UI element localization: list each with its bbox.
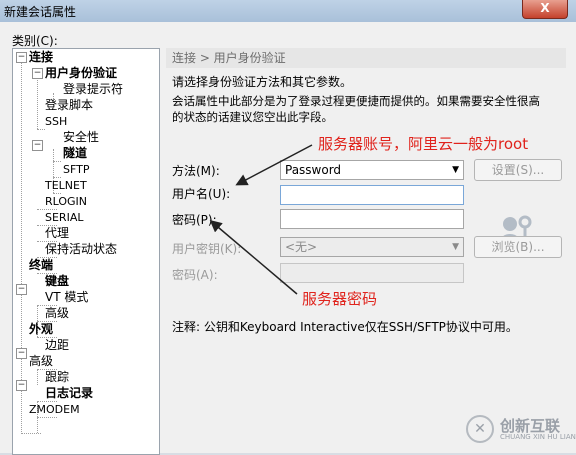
title-bar: 新建会话属性 X (0, 0, 576, 22)
close-button[interactable]: X (522, 0, 568, 19)
watermark-subtitle: CHUANG XIN HU LIAN (500, 433, 576, 441)
arrow-to-password (209, 220, 298, 295)
watermark-logo: ✕ 创新互联 CHUANG XIN HU LIAN (466, 415, 576, 443)
watermark-icon: ✕ (466, 415, 494, 443)
window-title: 新建会话属性 (4, 5, 77, 19)
dialog-body: 类别(C): − − − − − − 连接 用户身份验证 登录提示符 登录脚本 … (0, 22, 576, 455)
arrow-to-username (235, 144, 313, 186)
annotation-arrows (209, 144, 313, 295)
